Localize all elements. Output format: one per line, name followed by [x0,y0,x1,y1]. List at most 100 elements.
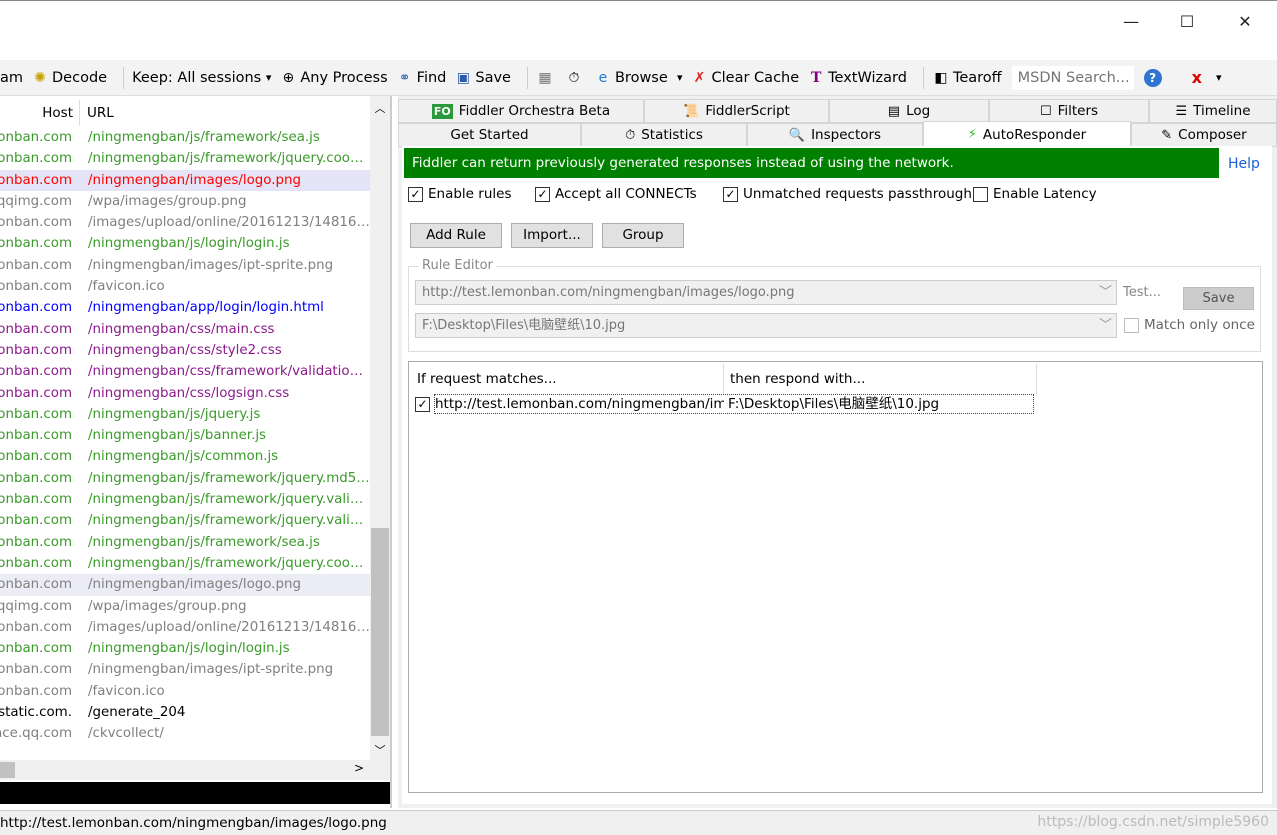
tab-statistics[interactable]: ⏱ Statistics [581,123,747,147]
sessions-list: monban.com/ningmengban/js/framework/sea.… [0,127,370,745]
minimize-button[interactable]: — [1108,9,1154,35]
session-row[interactable]: idqqimg.com/wpa/images/group.png [0,596,370,617]
tearoff-label: Tearoff [952,69,1002,86]
textwizard-button[interactable]: T TextWizard [807,70,907,86]
tab-label: Inspectors [811,127,882,143]
import-button[interactable]: Import... [511,223,593,248]
rule-row[interactable]: ✓ http://test.lemonban.com/ningmengban/i… [415,394,1034,414]
rule-enabled-checkbox[interactable]: ✓ [415,396,430,412]
session-row[interactable]: monban.com/images/upload/online/20161213… [0,212,370,233]
session-row[interactable]: monban.com/ningmengban/images/ipt-sprite… [0,255,370,276]
option-accept-all-connects[interactable]: ✓ Accept all CONNECTs [535,186,697,202]
tab-autoresponder[interactable]: ⚡ AutoResponder [923,121,1131,147]
add-rule-button[interactable]: Add Rule [410,223,502,248]
tab-composer[interactable]: ✎ Composer [1131,123,1277,147]
session-row[interactable]: monban.com/ningmengban/images/ipt-sprite… [0,659,370,680]
option-enable-latency[interactable]: Enable Latency [973,186,1097,202]
save-button[interactable]: ▣ Save [454,70,511,86]
tab-label: Fiddler Orchestra Beta [458,103,611,119]
session-row[interactable]: monban.com/ningmengban/js/framework/sea.… [0,127,370,148]
help-icon[interactable]: ? [1143,68,1162,87]
session-row[interactable]: monban.com/ningmengban/js/framework/sea.… [0,532,370,553]
screenshot-button[interactable]: ▦ [536,70,557,86]
close-toolbar-icon[interactable]: x [1192,68,1202,87]
binoculars-icon: ⚭ [398,69,411,86]
session-row[interactable]: monban.com/images/upload/online/20161213… [0,617,370,638]
session-row[interactable]: monban.com/ningmengban/css/framework/val… [0,361,370,382]
session-host: monban.com [0,342,72,358]
help-link[interactable]: Help [1228,156,1260,172]
find-button[interactable]: ⚭ Find [396,70,447,86]
session-row[interactable]: monban.com/ningmengban/css/main.css [0,319,370,340]
column-then-respond-with[interactable]: then respond with... [724,364,1037,394]
column-host[interactable]: Host [0,100,80,126]
stream-button[interactable]: am [0,70,23,86]
session-row[interactable]: monban.com/ningmengban/js/jquery.js [0,404,370,425]
textwizard-label: TextWizard [828,69,907,86]
session-row[interactable]: .gstatic.com/generate_204 [0,702,370,723]
option-unmatched-requests-passthrough[interactable]: ✓ Unmatched requests passthrough [723,186,972,202]
test-link[interactable]: Test... [1123,285,1161,300]
session-url: /ningmengban/js/framework/jquery.md5.js [88,470,370,486]
close-window-button[interactable]: ✕ [1222,9,1268,35]
maximize-button[interactable]: ☐ [1164,9,1210,35]
tab-inspectors[interactable]: 🔍 Inspectors [747,123,923,147]
session-row[interactable]: monban.com/ningmengban/images/logo.png [0,169,370,191]
session-host: monban.com [0,449,72,465]
horizontal-scrollbar[interactable]: > [0,760,390,780]
group-button[interactable]: Group [602,223,684,248]
session-row[interactable]: monban.com/ningmengban/images/logo.png [0,574,370,596]
scroll-down-icon[interactable]: ﹀ [370,742,390,758]
session-row[interactable]: monban.com/ningmengban/css/style2.css [0,340,370,361]
match-only-once-checkbox[interactable]: Match only once [1124,317,1255,333]
decode-button[interactable]: ✺ Decode [31,70,107,86]
session-row[interactable]: race.qq.com/ckvcollect/ [0,723,370,744]
keep-sessions-dropdown[interactable]: Keep: All sessions ▾ [132,70,271,86]
option-enable-rules[interactable]: ✓ Enable rules [408,186,511,202]
column-if-request-matches[interactable]: If request matches... [411,364,724,394]
session-row[interactable]: monban.com/ningmengban/css/logsign.css [0,383,370,404]
session-row[interactable]: monban.com/ningmengban/js/login/login.js [0,233,370,254]
clear-cache-button[interactable]: ✗ Clear Cache [691,70,800,86]
scroll-up-icon[interactable]: ︿ [370,100,390,116]
chevron-down-icon[interactable]: ﹀ [1099,281,1112,304]
msdn-search-input[interactable] [1011,65,1134,90]
session-row[interactable]: monban.com/ningmengban/js/framework/jque… [0,510,370,531]
session-row[interactable]: monban.com/ningmengban/js/login/login.js [0,638,370,659]
rule-cells[interactable]: http://test.lemonban.com/ningmengban/ima… [434,394,1034,414]
session-row[interactable]: monban.com/favicon.ico [0,681,370,702]
tab-log[interactable]: ▤ Log [829,99,989,123]
timer-button[interactable]: ⏱ [565,70,586,86]
tab-timeline[interactable]: ☰ Timeline [1149,99,1277,123]
tab-filters[interactable]: ☐ Filters [989,99,1149,123]
tab-fiddler-orchestra-beta[interactable]: FO Fiddler Orchestra Beta [398,99,644,123]
session-url: /ningmengban/js/framework/sea.js [88,534,320,550]
session-row[interactable]: monban.com/ningmengban/app/login/login.h… [0,297,370,318]
session-row[interactable]: monban.com/ningmengban/js/common.js [0,446,370,467]
session-row[interactable]: monban.com/ningmengban/js/framework/jque… [0,489,370,510]
toolbar-overflow-icon[interactable]: ▾ [1216,71,1222,84]
hscroll-thumb[interactable] [0,762,15,778]
match-combo[interactable]: http://test.lemonban.com/ningmengban/ima… [415,280,1117,305]
tab-fiddlerscript[interactable]: 📜 FiddlerScript [644,99,829,123]
tab-get-started[interactable]: Get Started [398,123,581,147]
session-row[interactable]: monban.com/ningmengban/js/banner.js [0,425,370,446]
session-row[interactable]: monban.com/ningmengban/js/framework/jque… [0,148,370,169]
tearoff-button[interactable]: ◧ Tearoff [932,69,1002,86]
browse-button[interactable]: e Browse ▾ [594,70,683,86]
session-row[interactable]: idqqimg.com/wpa/images/group.png [0,191,370,212]
session-row[interactable]: monban.com/favicon.ico [0,276,370,297]
quickexec-bar[interactable] [0,782,390,804]
session-url: /ningmengban/app/login/login.html [88,300,324,316]
scroll-thumb[interactable] [371,528,389,736]
any-process-button[interactable]: ⊕ Any Process [279,70,387,86]
sessions-header: Host URL [0,100,370,126]
vertical-scrollbar[interactable]: ︿ ﹀ [370,96,390,760]
respond-combo[interactable]: F:\Desktop\Files\电脑壁纸\10.jpg ﹀ [415,313,1117,338]
session-row[interactable]: monban.com/ningmengban/js/framework/jque… [0,468,370,489]
session-row[interactable]: monban.com/ningmengban/js/framework/jque… [0,553,370,574]
chevron-down-icon[interactable]: ﹀ [1099,314,1112,337]
column-url[interactable]: URL [80,100,114,126]
scroll-right-icon[interactable]: > [354,761,364,775]
save-rule-button[interactable]: Save [1183,287,1254,310]
